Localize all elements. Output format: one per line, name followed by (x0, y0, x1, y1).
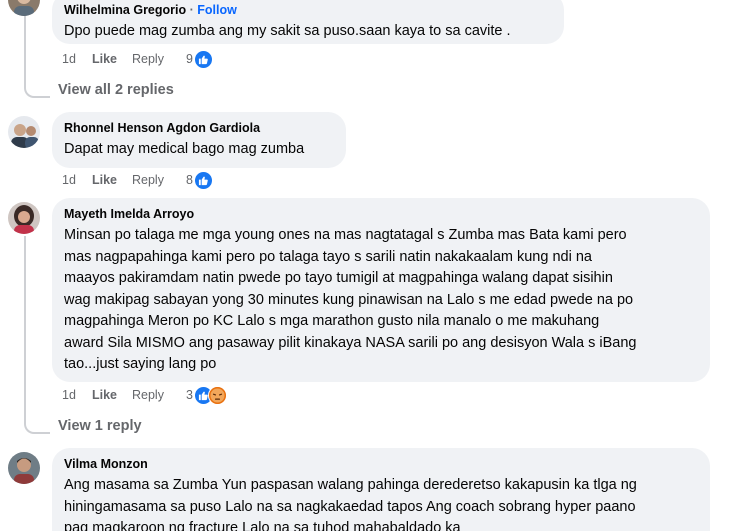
comment-text-line: tao...just saying lang po (64, 356, 217, 372)
comment-text-line: wag makipag sabayan yong 30 minutes kung… (64, 291, 634, 308)
comment-text: Minsan po talaga me mga young ones na ma… (64, 225, 698, 376)
comment-bubble: Vilma Monzon Ang masama sa Zumba Yun pas… (52, 448, 710, 531)
thread-line (24, 236, 26, 420)
like-button[interactable]: Like (92, 52, 132, 66)
comments-panel: Wilhelmina Gregorio · Follow Dpo puede m… (0, 0, 750, 531)
comment-author[interactable]: Vilma Monzon (64, 456, 698, 472)
comment-bubble: Rhonnel Henson Agdon Gardiola Dapat may … (52, 112, 346, 168)
comment-text-line: Ang masama sa Zumba Yun paspasan walang … (64, 477, 637, 493)
reply-button[interactable]: Reply (132, 388, 186, 402)
comment-text-line: hiningamasama sa puso Lalo na sa nagkaka… (64, 498, 636, 515)
comment-text-line: maayos pakiramdam natin pwede po tayo tu… (64, 270, 613, 286)
comment-text-line: award Sila MISMO ang pasaway pilit kinak… (64, 334, 637, 351)
comment-actions: 1d Like Reply 8 (62, 170, 213, 190)
comment-timestamp[interactable]: 1d (62, 173, 92, 187)
like-icon (193, 49, 213, 69)
comment-author[interactable]: Wilhelmina Gregorio (64, 3, 186, 17)
thread-connector (24, 84, 50, 98)
avatar-photo (8, 116, 40, 148)
like-icon (193, 170, 213, 190)
reply-button[interactable]: Reply (132, 173, 186, 187)
reaction-count[interactable]: 3 (186, 388, 193, 402)
comment-text-line: mas nagpapahinga kami pero po talaga tay… (64, 248, 592, 265)
avatar[interactable] (8, 452, 40, 484)
comment-timestamp[interactable]: 1d (62, 388, 92, 402)
comment-author[interactable]: Rhonnel Henson Agdon Gardiola (64, 120, 334, 136)
like-button[interactable]: Like (92, 173, 132, 187)
comment-text-line: Minsan po talaga me mga young ones na ma… (64, 227, 627, 243)
comment-bubble: Wilhelmina Gregorio · Follow Dpo puede m… (52, 0, 564, 44)
avatar-photo (8, 452, 40, 484)
reply-button[interactable]: Reply (132, 52, 186, 66)
comment-text-line: magpahinga Meron po KC Lalo s mga marath… (64, 313, 600, 329)
comment-text: Ang masama sa Zumba Yun paspasan walang … (64, 475, 698, 531)
comment-actions: 1d Like Reply 9 (62, 49, 213, 69)
reaction-count[interactable]: 9 (186, 52, 193, 66)
avatar-photo (8, 0, 40, 16)
comment-timestamp[interactable]: 1d (62, 52, 92, 66)
angry-icon (207, 385, 227, 405)
comment-actions: 1d Like Reply 3 (62, 385, 227, 405)
comment-author[interactable]: Mayeth Imelda Arroyo (64, 206, 698, 222)
view-replies-link[interactable]: View all 2 replies (58, 80, 174, 100)
avatar[interactable] (8, 202, 40, 234)
follow-link[interactable]: Follow (197, 3, 237, 17)
avatar[interactable] (8, 0, 40, 16)
thread-connector (24, 420, 50, 434)
like-button[interactable]: Like (92, 388, 132, 402)
avatar-photo (8, 202, 40, 234)
comment-text: Dapat may medical bago mag zumba (64, 141, 305, 157)
reaction-count[interactable]: 8 (186, 173, 193, 187)
comment-text-line: pag magkaroon ng fracture Lalo na sa tuh… (64, 520, 461, 531)
view-replies-link[interactable]: View 1 reply (58, 416, 142, 436)
comment-text: Dpo puede mag zumba ang my sakit sa puso… (64, 23, 511, 39)
avatar[interactable] (8, 116, 40, 148)
comment-bubble: Mayeth Imelda Arroyo Minsan po talaga me… (52, 198, 710, 382)
